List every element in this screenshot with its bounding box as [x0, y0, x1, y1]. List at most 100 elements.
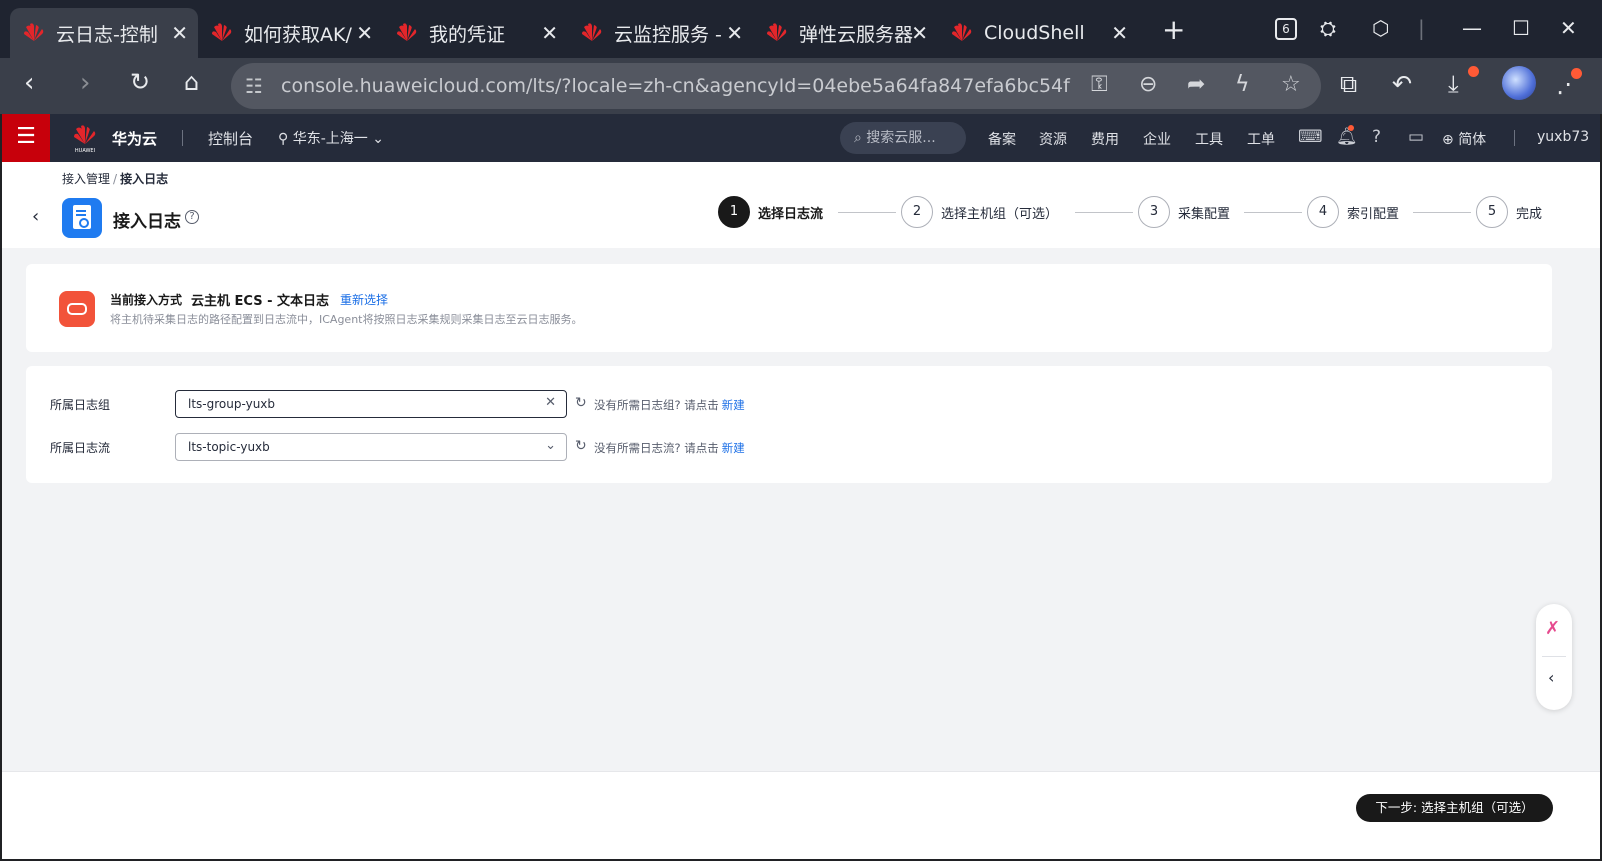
share-icon[interactable]: ➦: [1187, 72, 1205, 97]
notification-badge-icon: [1348, 125, 1354, 131]
browser-tab[interactable]: 如何获取AK/ ✕: [198, 8, 383, 58]
cloud-server-icon: [59, 291, 95, 327]
forward-icon[interactable]: ›: [80, 68, 90, 98]
browser-toolbar: ‹ › ↻ ⌂ ☷ console.huaweicloud.com/lts/?l…: [0, 58, 1602, 114]
console-search[interactable]: ⌕ 搜索云服...: [840, 122, 966, 154]
step-number: 3: [1138, 196, 1170, 228]
browser-tab[interactable]: 云监控服务 - ✕: [568, 8, 753, 58]
home-icon[interactable]: ⌂: [184, 68, 199, 96]
tab-title: 如何获取AK/: [244, 23, 352, 46]
step-number: 4: [1307, 196, 1339, 228]
close-tab-icon[interactable]: ✕: [171, 21, 188, 45]
reselect-link[interactable]: 重新选择: [340, 291, 388, 308]
browser-tab[interactable]: 弹性云服务器 ✕: [753, 8, 938, 58]
username[interactable]: yuxb73: [1537, 129, 1589, 145]
log-stream-select[interactable]: lts-topic-yuxb ⌄: [175, 433, 567, 461]
assistant-logo-icon[interactable]: ✗: [1545, 618, 1560, 639]
step-number: 1: [718, 196, 750, 228]
feedback-icon[interactable]: ▭: [1408, 127, 1424, 147]
incognito-icon[interactable]: ⛭: [1320, 16, 1336, 40]
huawei-logo-icon: [582, 23, 602, 41]
close-tab-icon[interactable]: ✕: [1111, 21, 1128, 45]
huawei-logo-icon[interactable]: HUAWEI: [70, 122, 100, 154]
help-icon[interactable]: ?: [1372, 127, 1381, 147]
create-log-stream-link[interactable]: 新建: [722, 441, 745, 455]
nav-tools[interactable]: 工具: [1195, 129, 1223, 149]
browser-tab-strip: 云日志-控制 ✕ 如何获取AK/ ✕ 我的凭证 ✕ 云监控服务 - ✕ 弹性云服…: [0, 0, 1602, 58]
refresh-log-group-icon[interactable]: ↻: [575, 395, 587, 411]
reload-icon[interactable]: ↻: [130, 68, 150, 96]
collapse-chevron-icon[interactable]: ‹: [1548, 668, 1554, 687]
breadcrumb-item[interactable]: 接入管理: [62, 172, 110, 186]
language-selector[interactable]: ⊕ 简体: [1442, 129, 1486, 149]
address-bar[interactable]: ☷ console.huaweicloud.com/lts/?locale=zh…: [231, 63, 1321, 109]
clear-icon[interactable]: ✕: [545, 395, 556, 410]
region-selector[interactable]: ⚲ 华东-上海一 ⌄: [278, 128, 384, 148]
close-tab-icon[interactable]: ✕: [726, 21, 743, 45]
nav-tickets[interactable]: 工单: [1247, 129, 1275, 149]
bookmark-star-icon[interactable]: ☆: [1281, 72, 1301, 97]
browser-tab[interactable]: CloudShell ✕: [938, 8, 1138, 58]
help-circle-icon[interactable]: ?: [185, 210, 199, 224]
hint-text: 没有所需日志流? 请点击: [594, 441, 719, 455]
brand-name[interactable]: 华为云: [112, 128, 157, 149]
shirt-icon[interactable]: ⬡: [1372, 16, 1389, 40]
browser-tab[interactable]: 云日志-控制 ✕: [10, 8, 198, 58]
close-tab-icon[interactable]: ✕: [356, 21, 373, 45]
nav-enterprise[interactable]: 企业: [1143, 129, 1171, 149]
divider-icon: |: [1418, 16, 1425, 40]
maximize-icon[interactable]: ☐: [1512, 16, 1530, 40]
back-arrow-icon[interactable]: ‹: [32, 206, 39, 227]
notification-bell-icon[interactable]: 🔔︎: [1336, 127, 1358, 147]
step-3: 3 采集配置: [1138, 196, 1230, 228]
lightning-icon[interactable]: ϟ: [1235, 72, 1250, 97]
browser-tab[interactable]: 我的凭证 ✕: [383, 8, 568, 58]
globe-icon: ⊕: [1442, 132, 1454, 148]
page-title: 接入日志: [113, 212, 181, 232]
huawei-logo-icon: [24, 23, 44, 41]
extensions-icon[interactable]: ⧉: [1340, 70, 1357, 98]
url-text[interactable]: console.huaweicloud.com/lts/?locale=zh-c…: [281, 75, 1071, 97]
close-window-icon[interactable]: ✕: [1560, 16, 1577, 40]
key-icon[interactable]: ⚿: [1091, 72, 1108, 97]
region-label: 华东-上海一: [292, 131, 368, 147]
refresh-log-stream-icon[interactable]: ↻: [575, 438, 587, 454]
location-pin-icon: ⚲: [278, 131, 289, 147]
hamburger-menu-icon[interactable]: ☰: [2, 114, 50, 162]
log-stream-value: lts-topic-yuxb: [188, 440, 270, 454]
nav-resources[interactable]: 资源: [1039, 129, 1067, 149]
new-tab-icon[interactable]: +: [1162, 16, 1185, 44]
nav-filing[interactable]: 备案: [988, 129, 1016, 149]
step-1: 1 选择日志流: [718, 196, 823, 228]
log-stream-hint: 没有所需日志流? 请点击 新建: [594, 440, 745, 456]
access-method-description: 将主机待采集日志的路径配置到日志流中，ICAgent将按照日志采集规则采集日志至…: [110, 313, 583, 326]
zoom-out-icon[interactable]: ⊖: [1139, 72, 1157, 97]
huawei-logo-icon: [952, 23, 972, 41]
create-log-group-link[interactable]: 新建: [722, 398, 745, 412]
download-icon[interactable]: ⤓: [1448, 70, 1459, 98]
avatar[interactable]: [1502, 66, 1536, 100]
floating-assistant: ✗ ‹: [1536, 604, 1572, 710]
back-icon[interactable]: ‹: [24, 68, 34, 98]
chevron-down-icon: ⌄: [545, 438, 556, 453]
log-stream-label: 所属日志流: [50, 441, 111, 455]
log-group-select[interactable]: lts-group-yuxb ✕: [175, 390, 567, 418]
access-method-value: 云主机 ECS - 文本日志: [191, 294, 329, 309]
undo-menu-icon[interactable]: ↶: [1392, 70, 1412, 98]
language-label: 简体: [1458, 132, 1487, 148]
step-label: 选择主机组（可选）: [941, 206, 1059, 222]
nav-billing[interactable]: 费用: [1091, 129, 1119, 149]
close-tab-icon[interactable]: ✕: [541, 21, 558, 45]
console-header: ☰ HUAWEI 华为云 控制台 ⚲ 华东-上海一 ⌄ ⌕ 搜索云服... 备案…: [2, 114, 1600, 162]
minimize-icon[interactable]: —: [1462, 16, 1482, 40]
log-stream-form-card: 所属日志组 lts-group-yuxb ✕ ↻ 没有所需日志组? 请点击 新建 …: [26, 366, 1552, 483]
tab-counter[interactable]: 6: [1275, 18, 1297, 40]
breadcrumb-item: 接入日志: [120, 172, 169, 186]
cloudshell-icon[interactable]: ⌨: [1298, 127, 1323, 147]
close-tab-icon[interactable]: ✕: [911, 21, 928, 45]
tab-title: CloudShell: [984, 22, 1085, 44]
site-settings-icon[interactable]: ☷: [245, 74, 263, 98]
step-number: 2: [901, 196, 933, 228]
console-link[interactable]: 控制台: [208, 128, 253, 149]
next-step-button[interactable]: 下一步: 选择主机组（可选）: [1356, 794, 1553, 822]
